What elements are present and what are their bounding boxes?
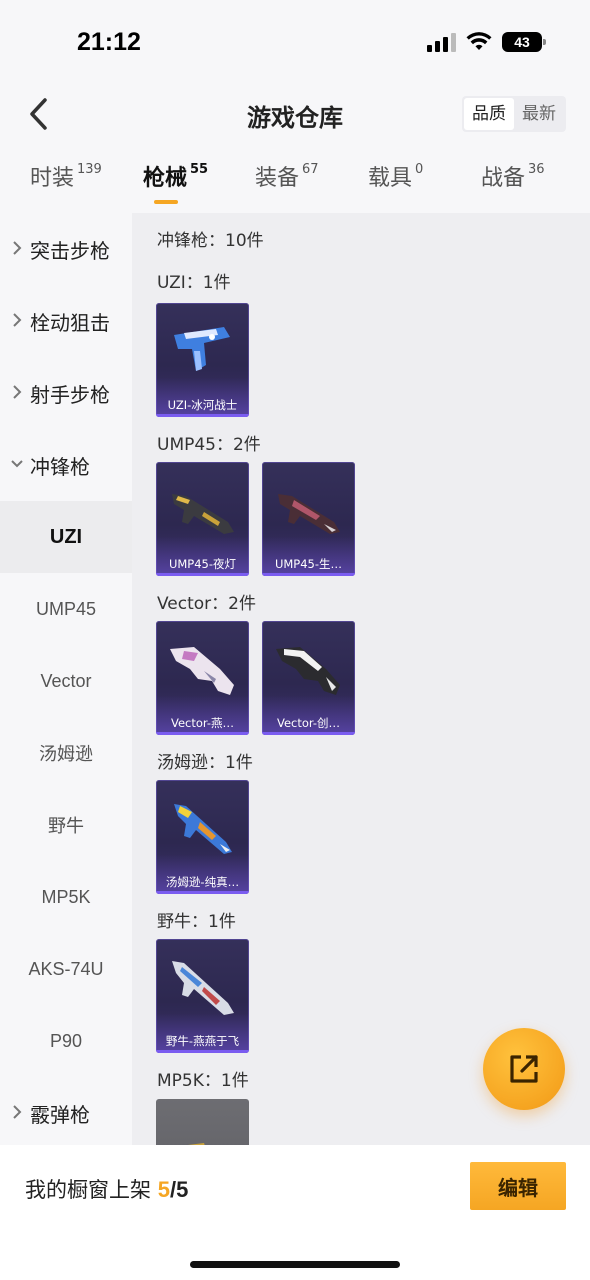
sidebar-item-aks74u[interactable]: AKS-74U — [0, 933, 132, 1005]
sidebar-item-thompson[interactable]: 汤姆逊 — [0, 717, 132, 789]
category-summary: 冲锋枪：10件 — [157, 231, 264, 251]
bizon-gun-image — [172, 961, 234, 1015]
header: 游戏仓库 品质 最新 — [0, 88, 590, 140]
cellular-signal-icon — [427, 32, 456, 52]
sidebar-item-bizon[interactable]: 野牛 — [0, 789, 132, 861]
weapon-skin-card[interactable]: UZI-冰河战士 — [156, 303, 249, 417]
status-bar: 21:12 43 — [0, 0, 590, 88]
weapon-list: 冲锋枪：10件 UZI：1件 UZI-冰河战士 UMP45：2件 UMP45-夜… — [132, 213, 590, 1145]
wifi-icon — [466, 32, 492, 50]
status-icons: 43 — [427, 32, 546, 52]
uzi-gun-image — [174, 327, 230, 371]
section-label-ump45: UMP45：2件 — [157, 435, 261, 455]
share-button[interactable] — [483, 1028, 565, 1110]
bottom-bar: 我的橱窗上架 5/5 编辑 — [0, 1145, 590, 1280]
sidebar-group-marksman-rifles[interactable]: 射手步枪 — [0, 357, 132, 429]
chevron-right-icon — [13, 385, 22, 399]
weapon-skin-card[interactable]: 野牛-燕燕于飞 — [156, 939, 249, 1053]
edit-button[interactable]: 编辑 — [470, 1162, 566, 1210]
chevron-down-icon — [11, 460, 23, 468]
sidebar-item-ump45[interactable]: UMP45 — [0, 573, 132, 645]
mp5k-gun-image — [188, 1143, 205, 1145]
sort-toggle: 品质 最新 — [462, 96, 566, 132]
sidebar-item-uzi[interactable]: UZI — [0, 501, 132, 573]
weapon-skin-card[interactable]: UMP45-夜灯 — [156, 462, 249, 576]
section-label-mp5k: MP5K：1件 — [157, 1071, 249, 1091]
section-label-uzi: UZI：1件 — [157, 273, 231, 293]
home-indicator — [190, 1261, 400, 1268]
active-tab-indicator — [154, 200, 178, 204]
tab-battle-gear[interactable]: 战备 36 — [481, 160, 545, 206]
thompson-gun-image — [174, 804, 232, 854]
section-label-vector: Vector：2件 — [157, 594, 256, 614]
chevron-right-icon — [13, 1105, 22, 1119]
sidebar-group-shotguns[interactable]: 霰弹枪 — [0, 1077, 132, 1149]
sidebar-group-smgs[interactable]: 冲锋枪 — [0, 429, 132, 501]
status-time: 21:12 — [77, 28, 141, 56]
weapon-skin-card[interactable]: Vector-燕… — [156, 621, 249, 735]
external-link-icon — [510, 1055, 538, 1083]
sidebar: 突击步枪 栓动狙击 射手步枪 冲锋枪 UZI UMP45 Vector 汤姆逊 … — [0, 213, 132, 1145]
sidebar-group-assault-rifles[interactable]: 突击步枪 — [0, 213, 132, 285]
ump45-gun-image — [172, 494, 234, 534]
sort-option-quality[interactable]: 品质 — [464, 98, 514, 130]
chevron-right-icon — [13, 241, 22, 255]
tab-fashion[interactable]: 时装 139 — [30, 160, 102, 206]
section-label-bizon: 野牛：1件 — [157, 912, 236, 932]
tab-vehicles[interactable]: 载具 0 — [368, 160, 423, 206]
vector-gun-image — [276, 647, 340, 695]
sidebar-item-p90[interactable]: P90 — [0, 1005, 132, 1077]
sidebar-group-bolt-snipers[interactable]: 栓动狙击 — [0, 285, 132, 357]
sidebar-item-vector[interactable]: Vector — [0, 645, 132, 717]
category-tabs: 时装 139 枪械 55 装备 67 载具 0 战备 36 — [0, 160, 590, 210]
battery-icon: 43 — [502, 32, 546, 52]
tab-equipment[interactable]: 装备 67 — [255, 160, 319, 206]
weapon-skin-card[interactable] — [156, 1099, 249, 1145]
showcase-status: 我的橱窗上架 5/5 — [25, 1177, 189, 1202]
weapon-skin-card[interactable]: UMP45-生… — [262, 462, 355, 576]
section-label-thompson: 汤姆逊：1件 — [157, 753, 253, 773]
chevron-right-icon — [13, 313, 22, 327]
sort-option-newest[interactable]: 最新 — [514, 98, 564, 130]
weapon-skin-card[interactable]: 汤姆逊-纯真… — [156, 780, 249, 894]
vector-gun-image — [170, 647, 234, 695]
sidebar-item-mp5k[interactable]: MP5K — [0, 861, 132, 933]
weapon-skin-card[interactable]: Vector-创… — [262, 621, 355, 735]
ump45-gun-image — [278, 494, 340, 534]
